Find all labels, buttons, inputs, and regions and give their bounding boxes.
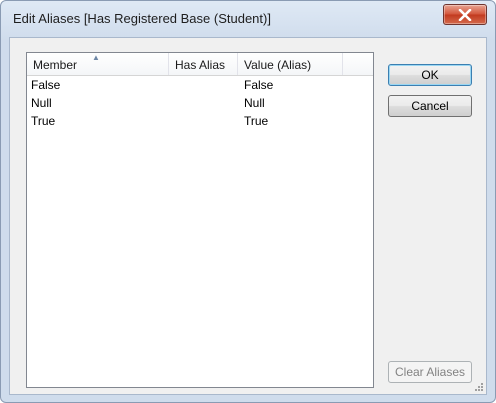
list-row[interactable]: False False: [27, 76, 373, 94]
member-cell: Null: [31, 96, 52, 110]
list-row[interactable]: True True: [27, 112, 373, 130]
value-alias-cell[interactable]: False: [244, 76, 273, 94]
list-header: Member ▲ Has Alias Value (Alias): [27, 53, 373, 76]
clear-aliases-button[interactable]: Clear Aliases: [388, 361, 472, 383]
column-header-member[interactable]: Member ▲: [27, 53, 169, 75]
value-alias-cell[interactable]: Null: [244, 94, 265, 112]
value-alias-cell[interactable]: True: [244, 112, 268, 130]
member-cell: True: [31, 114, 56, 128]
sort-ascending-icon: ▲: [92, 53, 100, 62]
ok-button[interactable]: OK: [388, 64, 472, 86]
dialog-body: Member ▲ Has Alias Value (Alias) False F…: [9, 37, 487, 395]
title-bar[interactable]: Edit Aliases [Has Registered Base (Stude…: [1, 1, 495, 35]
resize-grip-icon[interactable]: [474, 382, 484, 392]
column-header-has-alias[interactable]: Has Alias: [169, 53, 238, 75]
column-header-value-alias[interactable]: Value (Alias): [238, 53, 343, 75]
member-cell: False: [31, 78, 61, 92]
list-row[interactable]: Null Null: [27, 94, 373, 112]
close-icon: [458, 8, 472, 21]
cancel-button[interactable]: Cancel: [388, 95, 472, 117]
close-button[interactable]: [443, 4, 487, 25]
alias-list[interactable]: Member ▲ Has Alias Value (Alias) False F…: [26, 52, 374, 388]
dialog-title: Edit Aliases [Has Registered Base (Stude…: [13, 11, 271, 26]
dialog-window: Edit Aliases [Has Registered Base (Stude…: [0, 0, 496, 403]
